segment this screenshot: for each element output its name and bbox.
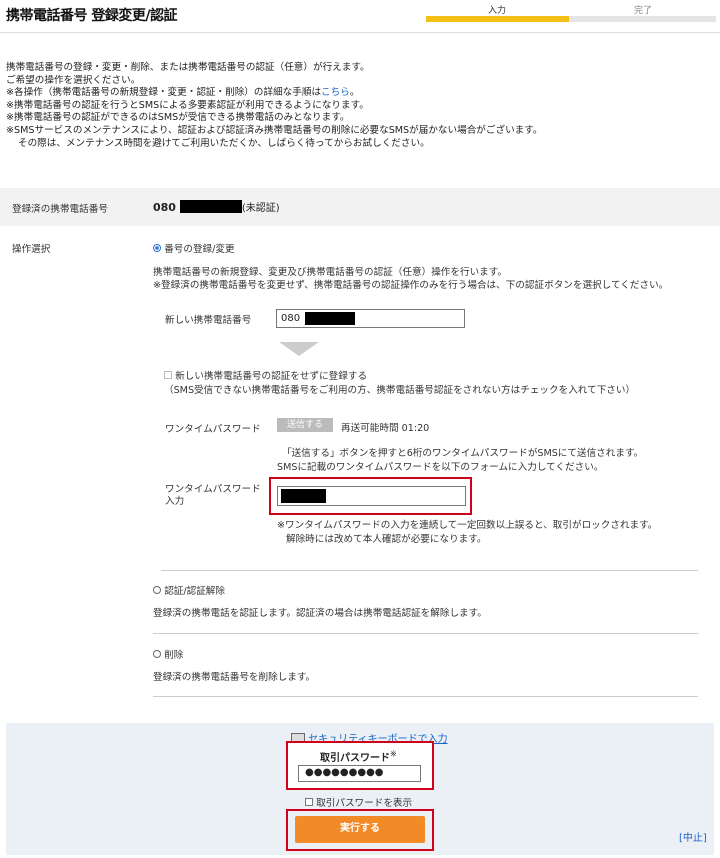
intro-line: 携帯電話番号の登録・変更・削除、または携帯電話番号の認証（任意）が行えます。 — [6, 62, 370, 73]
intro-line-text: 。 — [349, 87, 360, 99]
option-auth-desc: 登録済の携帯電話を認証します。認証済の場合は携帯電話認証を解除します。 — [153, 608, 487, 619]
redacted-otp — [281, 489, 326, 503]
new-number-value: 080 — [281, 313, 301, 324]
intro-line: ※SMSサービスのメンテナンスにより、認証および認証済み携帯電話番号の削除に必要… — [6, 124, 543, 136]
intro-line: ※携帯電話番号の認証を行うとSMSによる多要素認証が利用できるようになります。 — [6, 99, 369, 111]
execute-button[interactable]: 実行する — [295, 816, 425, 843]
option-auth[interactable]: 認証/認証解除 — [153, 583, 225, 597]
option-register-desc: 携帯電話番号の新規登録、変更及び携帯電話番号の認証（任意）操作を行います。 — [153, 267, 508, 278]
section-divider — [161, 570, 698, 571]
show-password-label: 取引パスワードを表示 — [316, 798, 413, 809]
intro-line: ※携帯電話番号の認証ができるのはSMSが受信できる携帯電話のみとなります。 — [6, 112, 350, 124]
password-label: 取引パスワード※ — [320, 749, 397, 764]
lock-note-1: ※ワンタイムパスワードの入力を連続して一定回数以上誤ると、取引がロックされます。 — [277, 520, 658, 531]
intro-line: ※各操作（携帯電話番号の新規登録・変更・認証・削除）の詳細な手順はこちら。 — [6, 87, 543, 100]
option-register-note: ※登録済の携帯電話番号を変更せず、携帯電話番号の認証操作のみを行う場合は、下の認… — [153, 280, 669, 291]
skip-auth-checkbox[interactable] — [164, 371, 172, 379]
otp-label: ワンタイムパスワード — [165, 424, 261, 435]
skip-auth-option[interactable]: 新しい携帯電話番号の認証をせずに登録する — [164, 368, 367, 382]
otp-input-label: ワンタイムパスワード 入力 — [165, 484, 261, 508]
password-label-text: 取引パスワード — [320, 753, 390, 764]
show-password-option[interactable]: 取引パスワードを表示 — [305, 795, 412, 809]
procedure-link[interactable]: こちら — [321, 87, 350, 98]
skip-auth-note: （SMS受信できない携帯電話番号をご利用の方、携帯電話番号認証をされない方はチェ… — [164, 385, 636, 396]
required-mark: ※ — [390, 749, 397, 759]
progress-bar-current — [426, 16, 569, 22]
option-delete-desc: 登録済の携帯電話番号を削除します。 — [153, 672, 316, 683]
registered-number-label: 登録済の携帯電話番号 — [12, 204, 108, 215]
section-divider — [153, 633, 698, 634]
radio-delete[interactable] — [153, 650, 161, 658]
radio-auth[interactable] — [153, 586, 161, 594]
option-delete[interactable]: 削除 — [153, 647, 183, 661]
step-input-label: 入力 — [488, 6, 507, 16]
redacted-number — [179, 200, 242, 213]
new-number-label: 新しい携帯電話番号 — [165, 315, 252, 326]
send-otp-button[interactable]: 送信する — [277, 418, 333, 432]
resend-label: 再送可能時間 — [341, 423, 399, 434]
down-arrow-icon — [279, 342, 319, 356]
page-title: 携帯電話番号 登録変更/認証 — [6, 8, 178, 24]
send-note-1: 「送信する」ボタンを押すと6桁のワンタイムパスワードがSMSにて送信されます。 — [282, 448, 644, 459]
resend-timer: 再送可能時間 01:20 — [341, 420, 429, 434]
registered-number-value: 080 (未認証) — [153, 199, 280, 214]
registered-status: (未認証) — [241, 203, 280, 214]
cancel-link[interactable]: [中止] — [679, 829, 707, 844]
registered-number-row — [0, 188, 720, 226]
header-divider — [0, 32, 720, 33]
intro-text: 携帯電話番号の登録・変更・削除、または携帯電話番号の認証（任意）が行えます。 ご… — [6, 62, 543, 150]
option-delete-label: 削除 — [164, 650, 184, 661]
show-password-checkbox[interactable] — [305, 798, 313, 806]
lock-note-2: 解除時には改めて本人確認が必要になります。 — [286, 534, 487, 545]
skip-auth-label: 新しい携帯電話番号の認証をせずに登録する — [175, 371, 368, 382]
section-divider — [153, 696, 698, 697]
step-complete-label: 完了 — [634, 6, 653, 16]
intro-line: ご希望の操作を選択ください。 — [6, 74, 141, 86]
registered-number-prefix: 080 — [153, 201, 176, 214]
otp-input-label-line: 入力 — [165, 496, 185, 507]
radio-register-change[interactable] — [153, 244, 161, 252]
resend-time: 01:20 — [401, 423, 430, 434]
progress-bar-remaining — [569, 16, 716, 22]
send-note-2: SMSに記載のワンタイムパスワードを以下のフォームに入力してください。 — [277, 462, 604, 473]
operation-label: 操作選択 — [12, 244, 51, 255]
password-input[interactable]: ●●●●●●●●● — [298, 765, 421, 782]
option-register-change[interactable]: 番号の登録/変更 — [153, 241, 235, 255]
option-register-change-label: 番号の登録/変更 — [164, 244, 235, 255]
otp-input-label-line: ワンタイムパスワード — [165, 484, 261, 495]
redacted-new-number — [305, 312, 355, 325]
intro-line-text: ※各操作（携帯電話番号の新規登録・変更・認証・削除）の詳細な手順は — [6, 87, 322, 99]
otp-input[interactable] — [277, 486, 466, 506]
option-auth-label: 認証/認証解除 — [164, 586, 225, 597]
intro-line: その際は、メンテナンス時間を避けてご利用いただくか、しばらく待ってからお試しくだ… — [18, 137, 430, 149]
password-value: ●●●●●●●●● — [305, 767, 384, 778]
new-number-input[interactable]: 080 — [276, 309, 465, 328]
